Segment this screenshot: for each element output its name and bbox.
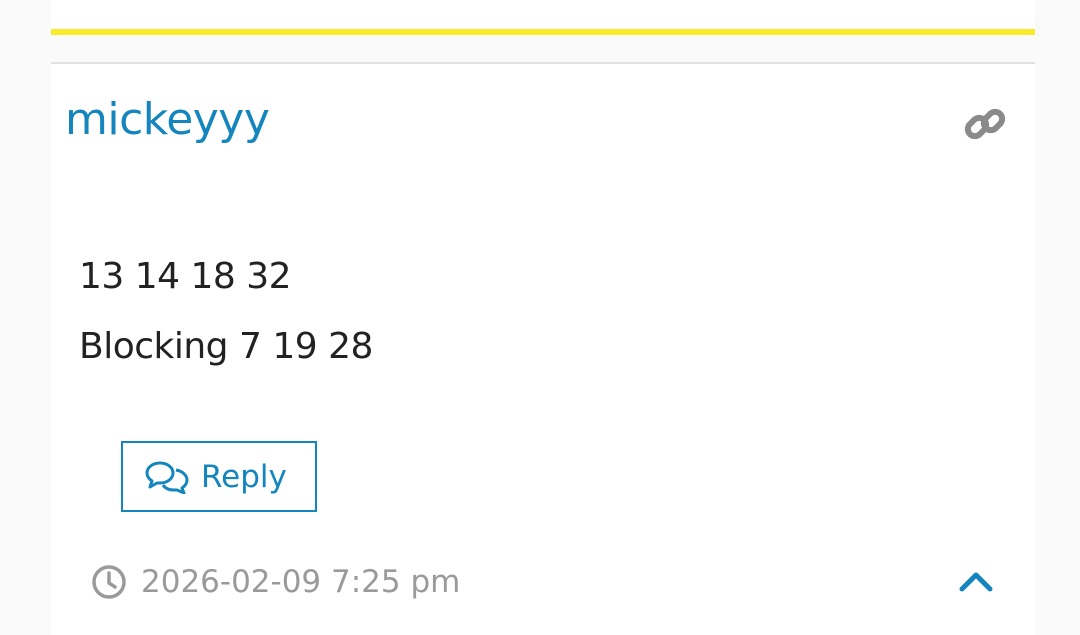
post-author-link[interactable]: mickeyyy xyxy=(65,92,270,148)
previous-card-bottom xyxy=(51,0,1035,29)
reply-button[interactable]: Reply xyxy=(121,441,317,512)
clock-icon xyxy=(92,565,126,599)
link-icon[interactable] xyxy=(961,100,1009,148)
post-meta: 2026-02-09 7:25 pm xyxy=(91,559,460,605)
post-content: 13 14 18 32 Blocking 7 19 28 xyxy=(79,254,979,370)
comments-icon xyxy=(145,461,189,494)
forum-post: mickeyyy 13 14 18 32 Blocking 7 19 28 Re… xyxy=(51,64,1035,635)
reply-label: Reply xyxy=(201,458,287,495)
chevron-up-icon[interactable] xyxy=(956,567,996,597)
post-line: Blocking 7 19 28 xyxy=(79,326,373,367)
highlight-bar xyxy=(51,29,1035,35)
post-line: 13 14 18 32 xyxy=(79,256,292,297)
forum-page: mickeyyy 13 14 18 32 Blocking 7 19 28 Re… xyxy=(0,0,1080,635)
post-timestamp: 2026-02-09 7:25 pm xyxy=(141,564,461,600)
